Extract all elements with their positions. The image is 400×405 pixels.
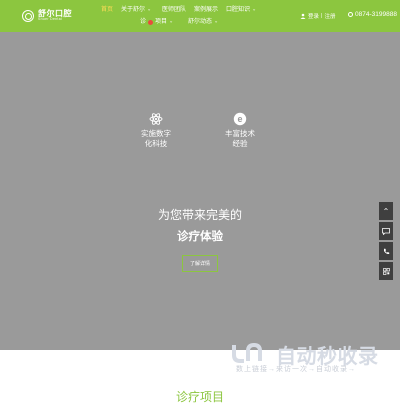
hero-subheadline: 诊疗体验 [177,231,223,243]
logo-icon [22,10,34,22]
e-badge-icon: e [233,112,247,126]
nav-item-about[interactable]: 关于舒尔 ⌄ [121,6,152,14]
chevron-down-icon: ⌄ [169,18,174,24]
nav-item-home[interactable]: 首页 [101,7,113,13]
user-links: 登录 | 注册 [300,12,335,20]
nav-item-knowledge[interactable]: 口腔知识 ⌄ [226,6,257,14]
phone-icon [348,12,353,17]
user-icon [300,13,306,19]
chat-button[interactable] [379,222,393,240]
watermark-logo-icon [232,342,262,363]
hero-headline: 为您带来完美的 [157,208,242,222]
feature-digital-tech: 实施数字 化科技 [131,112,181,149]
chevron-down-icon: ⌄ [252,6,257,12]
chevron-up-icon: ⌃ [382,206,390,216]
nav-item-cases[interactable]: 案例展示 [194,7,218,13]
nav-item-doctors[interactable]: 医师团队 [162,7,186,13]
scroll-top-button[interactable]: ⌃ [379,202,393,220]
chat-icon [382,227,390,235]
svg-text:e: e [237,114,242,124]
atom-icon [149,113,163,125]
qr-code-button[interactable] [379,262,393,280]
phone-number: 0874-3199888 [348,11,397,18]
hot-badge-icon [148,19,154,25]
chevron-down-icon: ⌄ [214,18,219,24]
phone-icon [383,248,389,254]
logo-subtitle: Shuer Dental [38,17,63,22]
section-title: 诊疗项目 [175,390,224,404]
phone-button[interactable] [379,242,393,260]
qr-icon [382,267,390,275]
feature-experience: e 丰富技术 经验 [225,112,255,148]
site-logo[interactable]: 舒尔口腔 Shuer Dental [22,9,72,23]
watermark: 自动秒收录 数上链接→来访一次→自动收录→ [230,340,390,380]
nav-item-news[interactable]: 舒尔动态 ⌄ [188,18,219,26]
login-link[interactable]: 登录 [308,12,319,20]
register-link[interactable]: 注册 [324,12,335,20]
learn-more-button[interactable]: 了解详情 [182,255,218,272]
chevron-down-icon: ⌄ [147,6,152,12]
site-header: 舒尔口腔 Shuer Dental 首页 关于舒尔 ⌄ 医师团队 案例展示 口腔知… [0,0,400,32]
hero-banner: 实施数字 化科技 e 丰富技术 经验 为您带来完美的 诊疗体验 了解详情 ⌃ [0,32,400,350]
nav-item-services[interactable]: 诊项目 ⌄ [140,18,174,26]
